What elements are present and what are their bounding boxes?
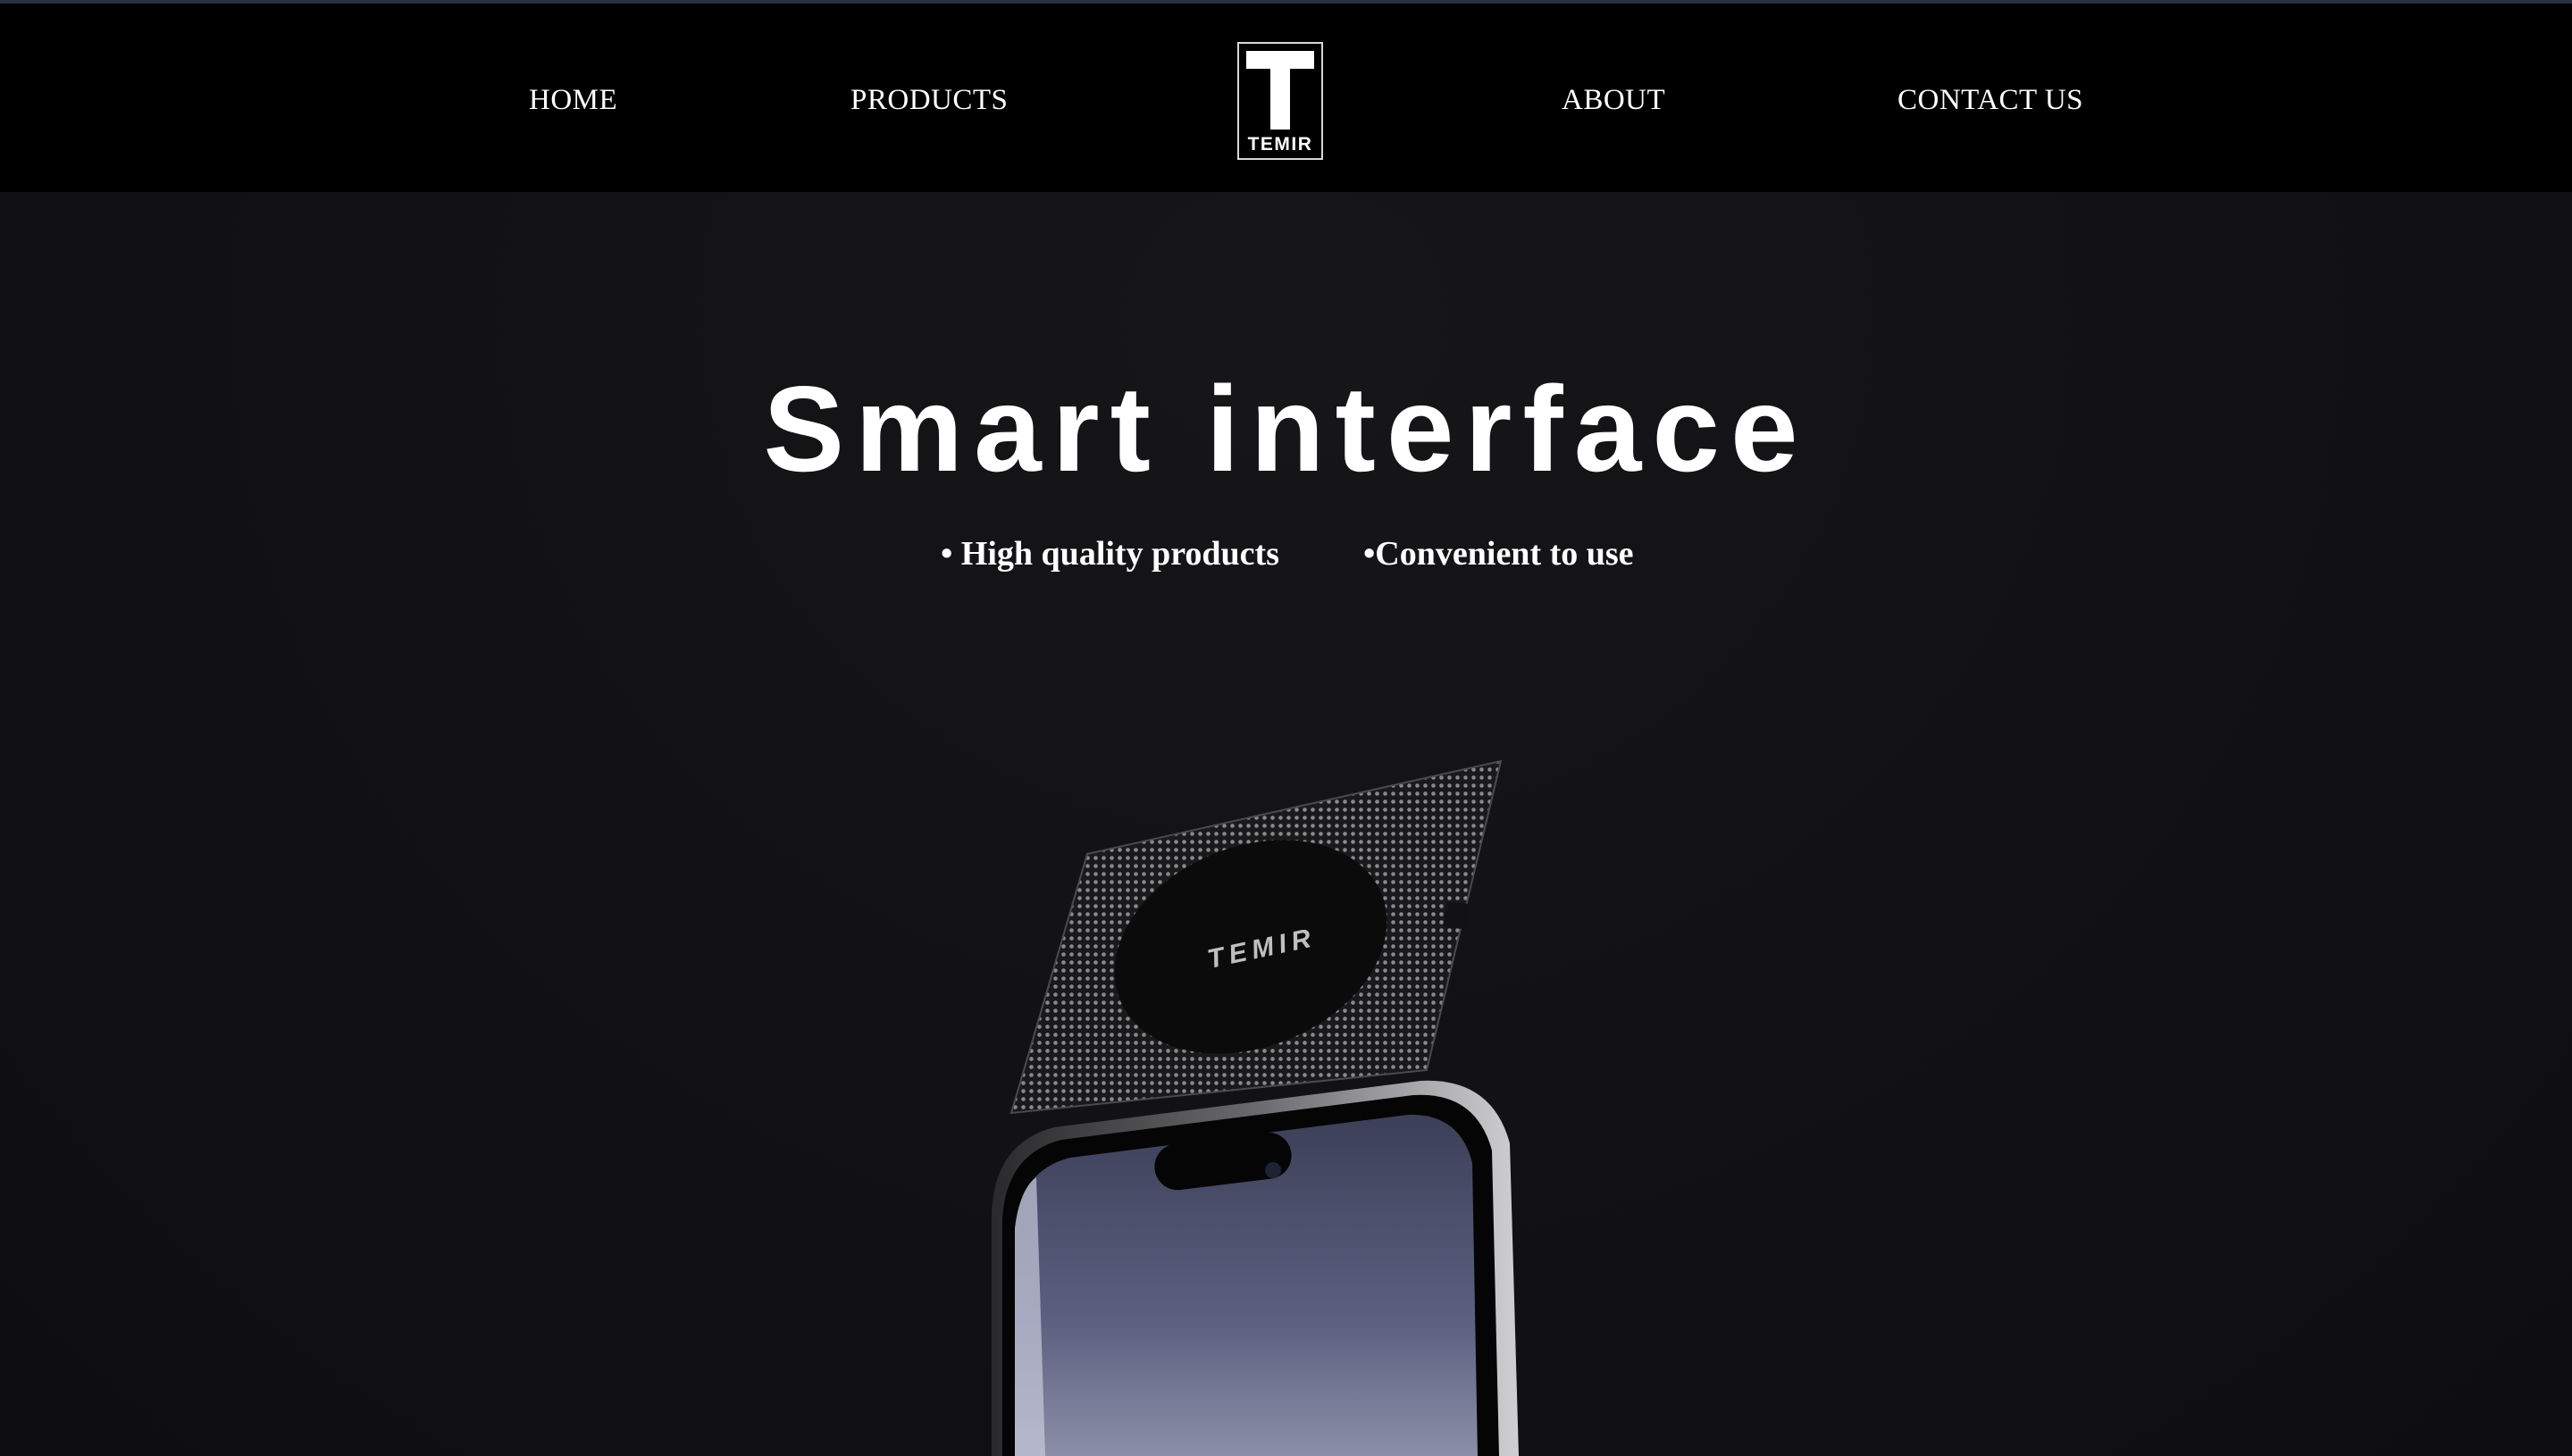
logo-text: TEMIR <box>1247 134 1313 155</box>
magnetic-card: TEMIR <box>1010 759 1503 1115</box>
product-illustration: TEMIR <box>992 759 1519 1456</box>
nav-link-contact-us[interactable]: CONTACT US <box>1898 82 2083 118</box>
temir-logo[interactable]: TEMIR <box>1237 42 1323 160</box>
feature-convenient: •Convenient to use <box>1363 535 1634 573</box>
hero-title: Smart interface <box>763 361 1809 497</box>
logo-t-stem <box>1270 67 1290 130</box>
phone <box>992 1080 1519 1456</box>
nav-link-products[interactable]: PRODUCTS <box>850 82 1008 118</box>
navbar: HOME PRODUCTS TEMIR ABOUT CONTACT US <box>0 4 2572 192</box>
feature-high-quality: • High quality products <box>941 535 1279 573</box>
nav-link-home[interactable]: HOME <box>529 82 617 118</box>
logo-t-bar <box>1246 51 1314 69</box>
nav-link-about[interactable]: ABOUT <box>1562 82 1665 118</box>
